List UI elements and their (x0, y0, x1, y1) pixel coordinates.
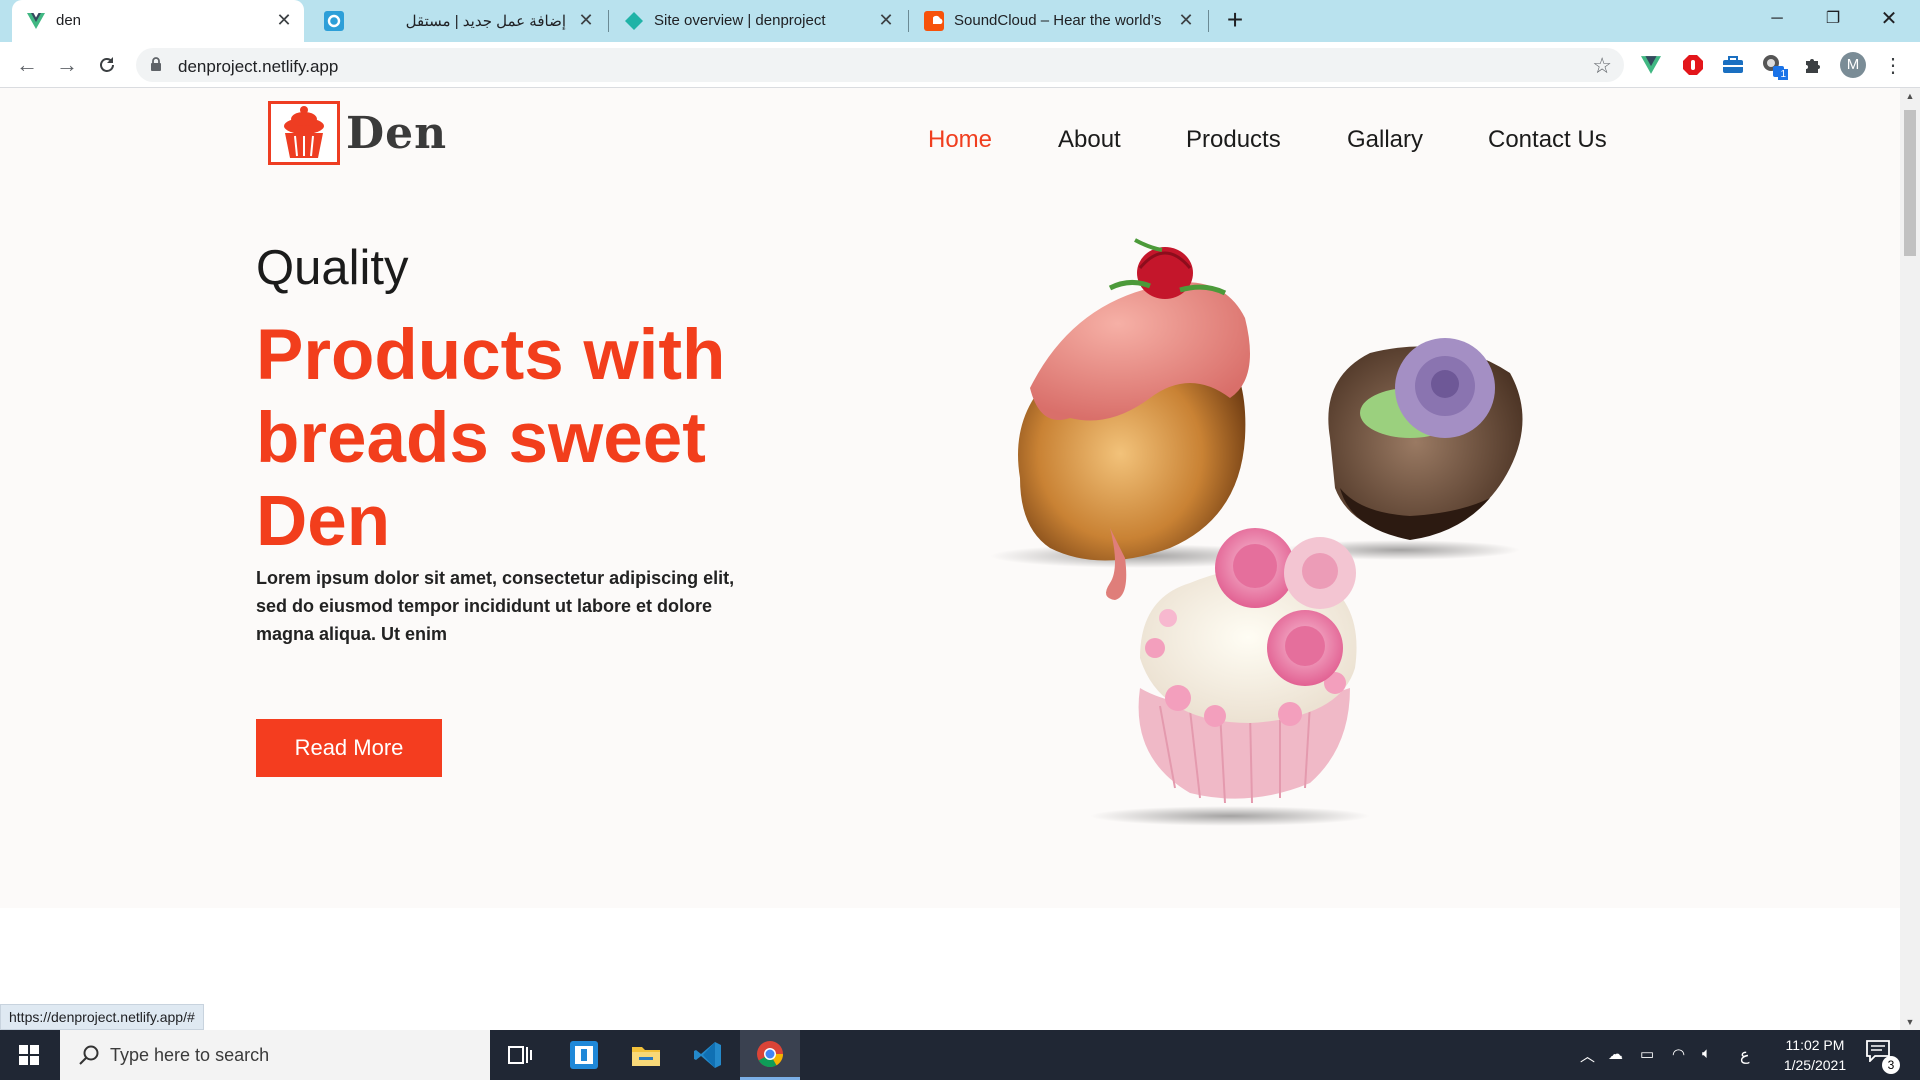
site-logo[interactable]: Den (268, 100, 447, 166)
netlify-icon (624, 11, 644, 31)
mostaql-icon (324, 11, 344, 31)
bookmark-star-icon[interactable]: ☆ (1592, 53, 1612, 79)
scroll-up-arrow-icon[interactable]: ▲ (1900, 88, 1920, 104)
volume-icon[interactable]: 🔈︎ (1702, 1045, 1711, 1062)
adblock-extension-icon[interactable] (1680, 52, 1706, 78)
search-icon (79, 1045, 99, 1065)
address-bar[interactable]: denproject.netlify.app ☆ (136, 48, 1624, 82)
hero-description: Lorem ipsum dolor sit amet, consectetur … (256, 568, 735, 644)
new-tab-button[interactable]: + (1220, 6, 1250, 36)
close-window-icon[interactable]: ✕ (1866, 4, 1912, 34)
tab-separator (908, 10, 909, 32)
hero-kicker: Quality (256, 241, 409, 295)
windows-taskbar: Type here to search ︿ ☁ ▭ ◠ 🔈︎ ع 11:02 P… (0, 1030, 1920, 1080)
briefcase-extension-icon[interactable] (1720, 52, 1746, 78)
nav-contact-us[interactable]: Contact Us (1488, 126, 1607, 154)
action-center-icon[interactable]: 3 (1866, 1040, 1900, 1074)
url-text[interactable]: denproject.netlify.app (178, 57, 338, 77)
clock-time: 11:02 PM (1785, 1037, 1845, 1053)
show-hidden-icons-chevron-icon[interactable]: ︿ (1580, 1045, 1595, 1066)
clock-date: 1/25/2021 (1783, 1057, 1847, 1073)
tab-mostaql[interactable]: إضافة عمل جديد | مستقل ✕ (310, 0, 606, 42)
tab-soundcloud[interactable]: SoundCloud – Hear the world’s sounds ✕ (910, 0, 1206, 42)
browser-toolbar: ← → denproject.netlify.app ☆ 1 M ⋮ (0, 42, 1920, 88)
input-language-indicator[interactable]: ع (1740, 1045, 1750, 1065)
tab-separator (608, 10, 609, 32)
vscode-icon[interactable] (678, 1030, 738, 1080)
read-more-button[interactable]: Read More (256, 719, 442, 777)
extension-badge: 1 (1778, 69, 1788, 80)
tab-manager-extension-icon[interactable]: 1 (1760, 52, 1788, 80)
scroll-down-arrow-icon[interactable]: ▼ (1900, 1014, 1920, 1030)
close-tab-icon[interactable]: ✕ (274, 10, 294, 30)
file-explorer-icon[interactable] (616, 1030, 676, 1080)
restore-icon[interactable]: ❐ (1810, 4, 1856, 34)
chrome-icon[interactable] (740, 1030, 800, 1080)
forward-arrow-icon[interactable]: → (52, 50, 82, 80)
soundcloud-icon (924, 11, 944, 31)
tab-separator (1208, 10, 1209, 32)
notification-count-badge: 3 (1882, 1056, 1900, 1074)
logo-wordmark: Den (346, 107, 448, 159)
back-arrow-icon[interactable]: ← (12, 50, 42, 80)
reload-icon[interactable] (92, 50, 122, 80)
minimize-icon[interactable]: ─ (1754, 4, 1800, 34)
close-tab-icon[interactable]: ✕ (876, 10, 896, 30)
vue-devtools-extension-icon[interactable] (1638, 52, 1664, 78)
nav-home[interactable]: Home (928, 126, 992, 154)
cupcakes-image (990, 238, 1523, 826)
nav-about[interactable]: About (1058, 126, 1121, 154)
task-view-icon[interactable] (490, 1030, 550, 1080)
battery-icon[interactable]: ▭ (1640, 1045, 1654, 1063)
close-tab-icon[interactable]: ✕ (576, 10, 596, 30)
extensions-puzzle-icon[interactable] (1800, 52, 1826, 78)
search-placeholder: Type here to search (110, 1045, 270, 1065)
nav-gallary[interactable]: Gallary (1347, 126, 1423, 154)
vue-icon (26, 11, 46, 31)
lock-icon[interactable] (150, 57, 162, 71)
browser-tab-strip: den ✕ إضافة عمل جديد | مستقل ✕ Site over… (0, 0, 1920, 42)
kebab-menu-icon[interactable]: ⋮ (1880, 52, 1906, 78)
windows-start-icon[interactable] (0, 1030, 58, 1080)
taskbar-clock[interactable]: 11:02 PM 1/25/2021 (1760, 1035, 1870, 1075)
profile-avatar[interactable]: M (1840, 52, 1866, 78)
hero-section: Den Home About Products Gallary Contact … (0, 88, 1900, 908)
hero-title: Products with breads sweet Den (256, 316, 726, 561)
onedrive-cloud-icon[interactable]: ☁ (1608, 1045, 1623, 1063)
page-scrollbar[interactable]: ▲ ▼ (1900, 88, 1920, 1030)
close-tab-icon[interactable]: ✕ (1176, 10, 1196, 30)
cupcake-logo-icon (268, 101, 340, 165)
page-viewport: Den Home About Products Gallary Contact … (0, 88, 1900, 1030)
taskbar-search-box[interactable]: Type here to search (60, 1030, 490, 1080)
taskbar-app-icon[interactable] (554, 1030, 614, 1080)
nav-products[interactable]: Products (1186, 126, 1281, 154)
scrollbar-thumb[interactable] (1904, 110, 1916, 256)
wifi-icon[interactable]: ◠ (1672, 1045, 1685, 1063)
link-status-bubble: https://denproject.netlify.app/# (0, 1004, 204, 1030)
tab-den[interactable]: den ✕ (12, 0, 304, 42)
tab-netlify[interactable]: Site overview | denproject ✕ (610, 0, 906, 42)
